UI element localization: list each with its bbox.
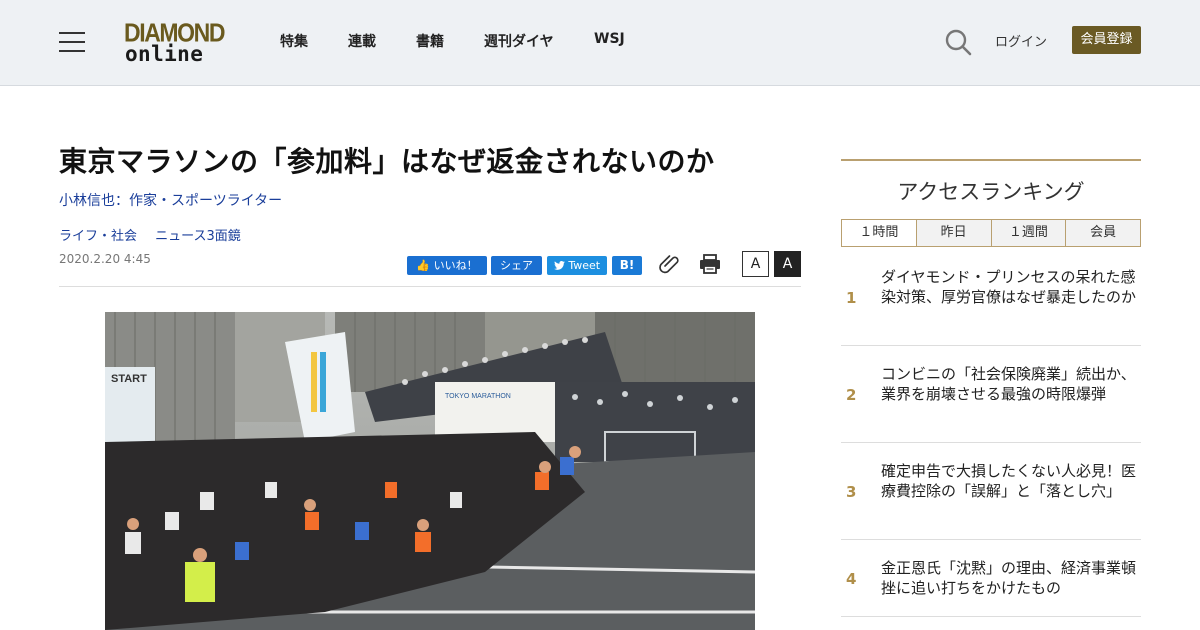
rank-number: 2 bbox=[846, 386, 857, 404]
start-sign-left: START bbox=[111, 373, 147, 385]
ranking-item[interactable]: 3 確定申告で大損したくない人必見！医療費控除の「誤解」と「落とし穴」 bbox=[841, 443, 1141, 540]
site-header: DIAMOND online 特集 連載 書籍 週刊ダイヤ WSJ ログイン 会… bbox=[0, 0, 1200, 86]
login-link[interactable]: ログイン bbox=[995, 31, 1047, 50]
thumbs-up-icon: 👍 bbox=[416, 259, 431, 272]
clip-icon[interactable] bbox=[658, 252, 682, 276]
article-photo: START TOKYO MARATHON bbox=[105, 312, 755, 630]
tab-1week[interactable]: １週間 bbox=[991, 220, 1067, 246]
facebook-like-button[interactable]: 👍 いいね！ bbox=[407, 256, 487, 275]
ranking-tabs: １時間 昨日 １週間 会員 bbox=[841, 219, 1141, 247]
menu-icon[interactable] bbox=[59, 32, 85, 52]
font-size-normal-button[interactable]: A bbox=[742, 251, 769, 277]
rank-number: 4 bbox=[846, 570, 857, 588]
ranking-item[interactable]: 4 金正恩氏「沈黙」の理由、経済事業頓挫に追い打ちをかけたもの bbox=[841, 540, 1141, 617]
ranking-title: アクセスランキング bbox=[897, 180, 1085, 204]
print-icon[interactable] bbox=[698, 252, 722, 276]
site-logo[interactable]: DIAMOND online bbox=[124, 18, 228, 66]
twitter-bird-icon bbox=[553, 259, 569, 272]
hatena-bookmark-button[interactable]: B! bbox=[612, 256, 642, 275]
ranking-item[interactable]: 2 コンビニの「社会保険廃業」続出か、業界を崩壊させる最強の時限爆弾 bbox=[841, 346, 1141, 443]
category-link-news[interactable]: ニュース3面鏡 bbox=[155, 229, 241, 244]
nav-item-feature[interactable]: 特集 bbox=[280, 31, 308, 51]
rank-headline: ダイヤモンド・プリンセスの呆れた感染対策、厚労官僚はなぜ暴走したのか bbox=[881, 268, 1137, 306]
logo-bottom-text: online bbox=[125, 42, 204, 66]
nav-item-series[interactable]: 連載 bbox=[348, 31, 376, 51]
rank-headline: 確定申告で大損したくない人必見！医療費控除の「誤解」と「落とし穴」 bbox=[881, 462, 1137, 500]
publish-date: 2020.2.20 4:45 bbox=[59, 252, 151, 266]
tab-1hour[interactable]: １時間 bbox=[842, 220, 917, 246]
nav-item-books[interactable]: 書籍 bbox=[416, 31, 444, 51]
nav-item-weekly[interactable]: 週刊ダイヤ bbox=[484, 31, 554, 51]
author-link[interactable]: 小林信也：作家・スポーツライター bbox=[59, 190, 282, 210]
facebook-share-button[interactable]: シェア bbox=[491, 256, 542, 275]
category-list: ライフ・社会 ニュース3面鏡 bbox=[59, 225, 255, 244]
ranking-top-border bbox=[841, 159, 1141, 161]
article-title: 東京マラソンの「参加料」はなぜ返金されないのか bbox=[59, 145, 715, 178]
tweet-label: Tweet bbox=[568, 259, 601, 272]
ranking-item[interactable]: 1 ダイヤモンド・プリンセスの呆れた感染対策、厚労官僚はなぜ暴走したのか bbox=[841, 247, 1141, 346]
register-button[interactable]: 会員登録 bbox=[1072, 26, 1141, 54]
nav-item-wsj[interactable]: WSJ bbox=[594, 31, 625, 47]
search-icon[interactable] bbox=[944, 28, 972, 56]
tokyo-marathon-banner: TOKYO MARATHON bbox=[445, 393, 511, 400]
tab-yesterday[interactable]: 昨日 bbox=[916, 220, 992, 246]
font-size-large-button[interactable]: A bbox=[774, 251, 801, 277]
tweet-button[interactable]: Tweet bbox=[547, 256, 607, 275]
rank-headline: コンビニの「社会保険廃業」続出か、業界を崩壊させる最強の時限爆弾 bbox=[881, 365, 1136, 403]
article-divider bbox=[59, 286, 801, 287]
rank-headline: 金正恩氏「沈黙」の理由、経済事業頓挫に追い打ちをかけたもの bbox=[881, 559, 1137, 597]
tab-members[interactable]: 会員 bbox=[1066, 220, 1140, 246]
like-label: いいね！ bbox=[433, 259, 478, 272]
rank-number: 3 bbox=[846, 483, 857, 501]
rank-number: 1 bbox=[846, 289, 857, 307]
category-link-life[interactable]: ライフ・社会 bbox=[59, 229, 137, 244]
